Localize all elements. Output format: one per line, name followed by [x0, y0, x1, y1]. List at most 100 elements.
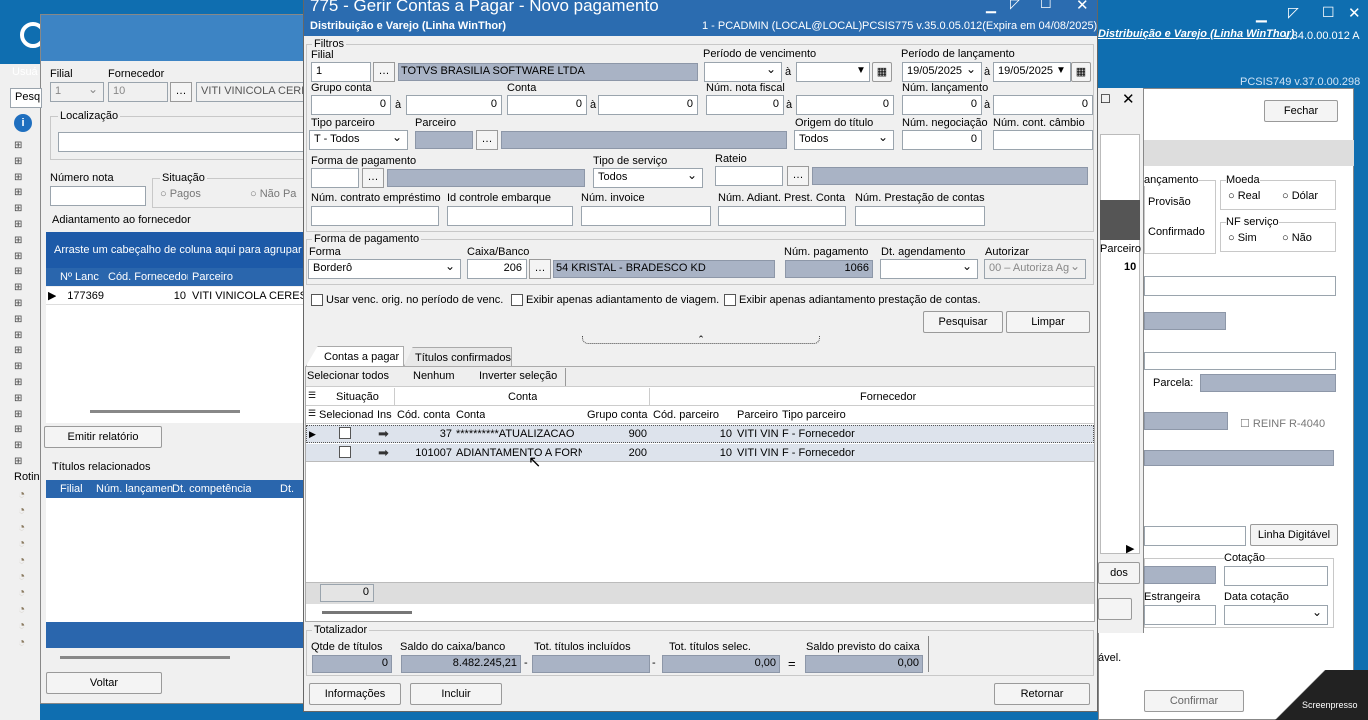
bg-sim-radio[interactable]: ○ Sim	[1228, 232, 1257, 244]
bg-nao-pagos-radio[interactable]: ○ Não Pa	[250, 188, 296, 200]
bg-right-input-1[interactable]	[1144, 276, 1336, 296]
tipo-parceiro-combo[interactable]: T - Todos	[309, 130, 408, 150]
lanc-ini-combo[interactable]: 19/05/2025	[902, 62, 982, 82]
main-close-icon[interactable]: ✕	[1076, 0, 1089, 14]
col-cod-parceiro[interactable]: Cód. parceiro	[653, 409, 719, 421]
col-cod-conta[interactable]: Cód. conta	[397, 409, 450, 421]
bg-col-nlanc[interactable]: Nº Lanc	[60, 271, 99, 283]
lanc-num-ini-input[interactable]: 0	[902, 95, 982, 115]
bg-pagos-radio[interactable]: ○ Pagos	[160, 188, 201, 200]
bg-provisao[interactable]: Provisão	[1148, 196, 1191, 208]
negociacao-input[interactable]: 0	[902, 130, 982, 150]
bg-mid-close-icon[interactable]: ✕	[1122, 90, 1135, 108]
band-conta[interactable]: Conta	[508, 391, 537, 403]
tipo-servico-combo[interactable]: Todos	[593, 168, 703, 188]
bg-right-input-6[interactable]	[1144, 526, 1246, 546]
grid-col-menu-icon[interactable]: ☰	[308, 408, 316, 419]
bg-col-parceiro[interactable]: Parceiro	[192, 271, 233, 283]
main-restore-icon[interactable]: ◸	[1010, 0, 1020, 12]
bg-col-numlanc[interactable]: Núm. lançamen	[96, 483, 173, 495]
rateio-search-button[interactable]: …	[787, 166, 809, 186]
incluir-button[interactable]: Incluir	[410, 683, 502, 705]
minimize-icon[interactable]: ▁	[1256, 6, 1267, 23]
pesquisar-button[interactable]: Pesquisar	[923, 311, 1003, 333]
limpar-button[interactable]: Limpar	[1006, 311, 1090, 333]
bg-col-dt[interactable]: Dt.	[280, 483, 294, 495]
voltar-button[interactable]: Voltar	[46, 672, 162, 694]
row-select-checkbox[interactable]	[339, 446, 351, 458]
col-conta[interactable]: Conta	[456, 409, 485, 421]
bg-mid-restore-icon[interactable]: ☐	[1100, 92, 1111, 106]
grupo-fim-input[interactable]: 0	[406, 95, 502, 115]
fechar-button[interactable]: Fechar	[1264, 100, 1338, 122]
bg-data-cotacao-combo[interactable]	[1224, 605, 1328, 625]
bg-real-radio[interactable]: ○ Real	[1228, 190, 1260, 202]
lanc-dropdown-icon[interactable]: ▼	[1056, 65, 1066, 76]
bg-col-cod[interactable]: Cód. Fornecedor	[108, 271, 188, 283]
adiant-prest-input[interactable]	[718, 206, 846, 226]
emitir-relatorio-button[interactable]: Emitir relatório	[44, 426, 162, 448]
informacoes-button[interactable]: Informações	[309, 683, 401, 705]
forma-combo[interactable]: Borderô	[308, 259, 461, 279]
bg-fornecedor-code[interactable]: 10	[108, 82, 168, 102]
lanc-num-fim-input[interactable]: 0	[993, 95, 1093, 115]
nenhum-button[interactable]: Nenhum	[413, 370, 455, 382]
forma-pag-code[interactable]	[311, 168, 359, 188]
band-situacao[interactable]: Situação	[336, 391, 379, 403]
selecionar-todos-button[interactable]: Selecionar todos	[307, 370, 389, 382]
autorizar-combo[interactable]: 00 – Autoriza Ag	[984, 259, 1086, 279]
bg-col-dtcomp[interactable]: Dt. competência	[172, 483, 251, 495]
bg-mid-scroll-arrow[interactable]: ▶	[1126, 542, 1134, 555]
conta-fim-input[interactable]: 0	[598, 95, 698, 115]
caixa-search-button[interactable]: …	[529, 259, 551, 279]
row-include-icon[interactable]: ➡	[378, 444, 389, 462]
col-ins[interactable]: Ins	[377, 409, 395, 421]
nota-fim-input[interactable]: 0	[796, 95, 894, 115]
conta-ini-input[interactable]: 0	[507, 95, 587, 115]
retornar-button[interactable]: Retornar	[994, 683, 1090, 705]
origem-combo[interactable]: Todos	[794, 130, 894, 150]
row-select-checkbox[interactable]	[339, 427, 351, 439]
filial-input[interactable]: 1	[311, 62, 371, 82]
row-include-icon[interactable]: ➡	[378, 425, 389, 443]
bg-cotacao-input-2[interactable]	[1224, 566, 1328, 586]
rateio-code[interactable]	[715, 166, 783, 186]
bg-pesq-input[interactable]: Pesq	[10, 88, 42, 108]
tab-titulos[interactable]: Títulos confirmados	[404, 347, 512, 366]
prest-contas-input[interactable]	[855, 206, 985, 226]
nota-ini-input[interactable]: 0	[706, 95, 784, 115]
confirmar-button[interactable]: Confirmar	[1144, 690, 1244, 712]
parceiro-search-button[interactable]: …	[476, 130, 498, 150]
bg-mid-button[interactable]	[1098, 598, 1132, 620]
grid-menu-icon[interactable]: ☰	[308, 390, 316, 401]
contrato-input[interactable]	[311, 206, 439, 226]
col-parceiro[interactable]: Parceiro	[737, 409, 778, 421]
main-maximize-icon[interactable]: ☐	[1040, 0, 1052, 12]
info-icon[interactable]: i	[14, 114, 32, 132]
bg-reinf[interactable]: ☐ REINF R-4040	[1240, 417, 1325, 430]
col-tipo-parceiro[interactable]: Tipo parceiro	[782, 409, 846, 421]
venc-orig-checkbox[interactable]	[311, 294, 323, 306]
bg-fornecedor-search-button[interactable]: …	[170, 82, 192, 102]
bg-estrangeira-input[interactable]	[1144, 605, 1216, 625]
lanc-calendar-icon[interactable]: ▦	[1071, 62, 1091, 82]
bg-filial-combo[interactable]: 1	[50, 82, 104, 102]
restore-icon[interactable]: ◸	[1288, 4, 1299, 21]
bg-scrollbar[interactable]	[90, 410, 240, 413]
bg-dos-button[interactable]: dos	[1098, 562, 1140, 584]
venc-dropdown-icon[interactable]: ▼	[856, 65, 866, 76]
bg-scrollbar-2[interactable]	[60, 656, 230, 659]
col-grupo-conta[interactable]: Grupo conta	[587, 409, 648, 421]
venc-calendar-icon[interactable]: ▦	[872, 62, 892, 82]
main-minimize-icon[interactable]: ▁	[986, 0, 996, 14]
bg-numero-nota-input[interactable]	[50, 186, 146, 206]
adiant-viagem-checkbox[interactable]	[511, 294, 523, 306]
bg-confirmado[interactable]: Confirmado	[1148, 226, 1205, 238]
maximize-icon[interactable]: ☐	[1322, 4, 1335, 21]
forma-pag-search-button[interactable]: …	[362, 168, 384, 188]
id-embarque-input[interactable]	[447, 206, 573, 226]
bg-nao-radio[interactable]: ○ Não	[1282, 232, 1312, 244]
bg-localizacao-input[interactable]	[58, 132, 310, 152]
tree-expanders[interactable]: ⊞ ⊞ ⊞ ⊞ ⊞ ⊞ ⊞ ⊞ ⊞ ⊞ ⊞ ⊞ ⊞ ⊞ ⊞ ⊞ ⊞ ⊞ ⊞ ⊞ ⊞	[14, 138, 38, 468]
adiant-prest-checkbox[interactable]	[724, 294, 736, 306]
